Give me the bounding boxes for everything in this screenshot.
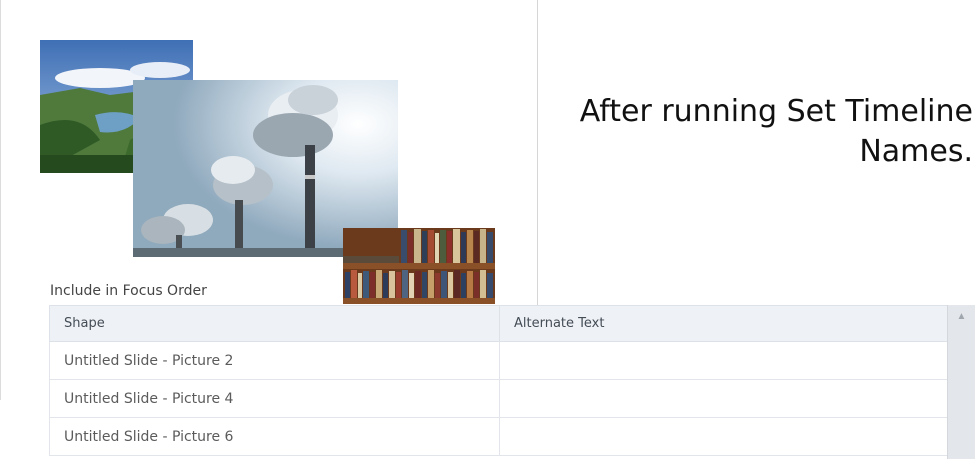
shape-name-cell[interactable]: Untitled Slide - Picture 2: [49, 341, 500, 380]
table-row[interactable]: Untitled Slide - Picture 4: [49, 379, 948, 418]
bookshelf-picture[interactable]: [343, 228, 495, 304]
alt-text-cell[interactable]: [499, 379, 948, 418]
triangle-up-icon[interactable]: ▲: [948, 311, 975, 322]
column-header-shape[interactable]: Shape: [49, 305, 500, 342]
table-row[interactable]: Untitled Slide - Picture 6: [49, 417, 948, 456]
table-header-row: Shape Alternate Text: [49, 305, 948, 342]
focus-order-label: Include in Focus Order: [50, 283, 207, 299]
alt-text-cell[interactable]: [499, 341, 948, 380]
shape-name-cell[interactable]: Untitled Slide - Picture 6: [49, 417, 500, 456]
vertical-scrollbar[interactable]: ▲: [947, 305, 975, 459]
alt-text-cell[interactable]: [499, 417, 948, 456]
slide-divider: [537, 0, 538, 305]
column-header-alternate-text[interactable]: Alternate Text: [499, 305, 948, 342]
focus-order-table: Shape Alternate Text Untitled Slide - Pi…: [49, 305, 975, 459]
table-row[interactable]: Untitled Slide - Picture 2: [49, 341, 948, 380]
shape-alt-text-grid: Shape Alternate Text Untitled Slide - Pi…: [49, 305, 948, 456]
shape-name-cell[interactable]: Untitled Slide - Picture 4: [49, 379, 500, 418]
slide-headline: After running Set Timeline Names.: [579, 94, 973, 169]
slide-left-edge: [0, 0, 1, 400]
